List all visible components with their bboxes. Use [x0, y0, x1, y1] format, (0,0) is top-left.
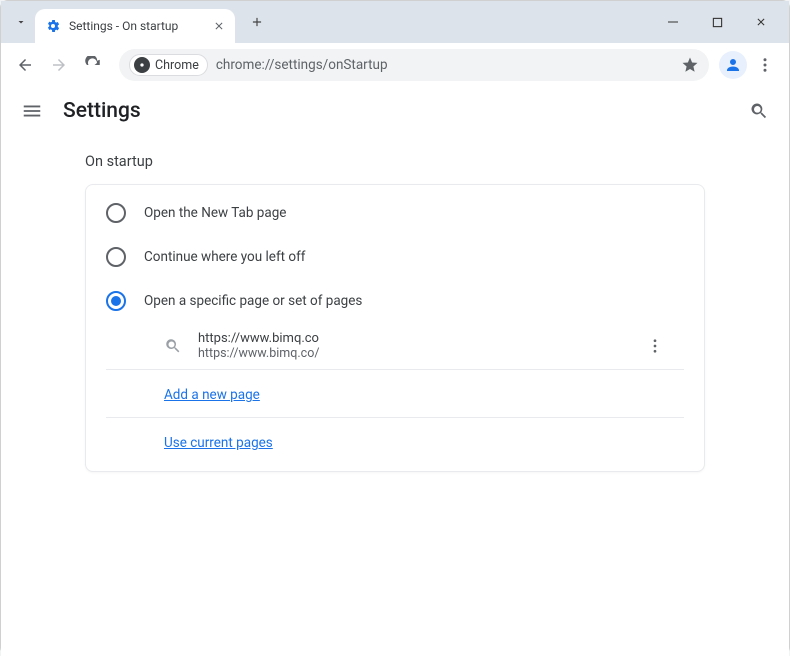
window-controls — [653, 7, 781, 37]
use-current-link[interactable]: Use current pages — [164, 435, 273, 451]
menu-button[interactable] — [21, 100, 43, 122]
use-current-row: Use current pages — [106, 418, 684, 465]
option-continue[interactable]: Continue where you left off — [86, 235, 704, 279]
address-bar[interactable]: Chrome chrome://settings/onStartup — [119, 49, 709, 81]
close-window-button[interactable] — [741, 7, 781, 37]
chrome-chip: Chrome — [129, 54, 208, 76]
new-tab-button[interactable] — [243, 8, 271, 36]
back-button[interactable] — [9, 49, 41, 81]
search-icon — [749, 101, 769, 121]
settings-header: Settings — [1, 87, 789, 135]
chrome-logo-icon — [134, 57, 150, 73]
option-label: Continue where you left off — [144, 249, 306, 265]
page-entry-url: https://www.bimq.co/ — [198, 346, 319, 361]
close-icon — [755, 16, 767, 28]
reload-icon — [84, 56, 102, 74]
option-new-tab[interactable]: Open the New Tab page — [86, 191, 704, 235]
page-entry-menu-button[interactable] — [646, 337, 664, 355]
add-page-row: Add a new page — [106, 370, 684, 418]
browser-tab[interactable]: Settings - On startup — [35, 9, 235, 43]
search-settings-button[interactable] — [749, 101, 769, 121]
option-label: Open the New Tab page — [144, 205, 286, 221]
gear-icon — [45, 18, 61, 34]
chevron-down-icon — [15, 16, 27, 28]
minimize-icon — [667, 16, 679, 28]
hamburger-icon — [21, 100, 43, 122]
kebab-icon — [756, 56, 774, 74]
page-entry-title: https://www.bimq.co — [198, 331, 319, 346]
url-text: chrome://settings/onStartup — [216, 57, 388, 73]
arrow-right-icon — [50, 56, 68, 74]
plus-icon — [250, 15, 264, 29]
radio-checked-icon — [106, 291, 126, 311]
settings-content: Settings On startup Open the New Tab pag… — [1, 87, 789, 656]
tab-title: Settings - On startup — [69, 19, 203, 33]
radio-icon — [106, 247, 126, 267]
chrome-menu-button[interactable] — [749, 49, 781, 81]
star-icon — [681, 56, 699, 74]
kebab-icon — [646, 337, 664, 355]
on-startup-card: Open the New Tab page Continue where you… — [85, 184, 705, 472]
titlebar: Settings - On startup — [1, 1, 789, 43]
option-label: Open a specific page or set of pages — [144, 293, 362, 309]
arrow-left-icon — [16, 56, 34, 74]
profile-avatar[interactable] — [719, 51, 747, 79]
option-specific-pages[interactable]: Open a specific page or set of pages — [86, 279, 704, 323]
chrome-chip-label: Chrome — [155, 58, 199, 73]
close-icon — [213, 20, 225, 32]
toolbar: Chrome chrome://settings/onStartup — [1, 43, 789, 87]
bookmark-button[interactable] — [681, 56, 699, 74]
page-entry-texts: https://www.bimq.co https://www.bimq.co/ — [198, 331, 319, 361]
page-title: Settings — [63, 99, 141, 123]
maximize-icon — [712, 17, 723, 28]
startup-page-entry: https://www.bimq.co https://www.bimq.co/ — [106, 323, 684, 370]
forward-button[interactable] — [43, 49, 75, 81]
add-page-link[interactable]: Add a new page — [164, 387, 260, 403]
user-icon — [724, 56, 742, 74]
section-label: On startup — [85, 153, 789, 170]
tab-search-dropdown[interactable] — [7, 8, 35, 36]
maximize-button[interactable] — [697, 7, 737, 37]
tab-close-button[interactable] — [211, 18, 227, 34]
reload-button[interactable] — [77, 49, 109, 81]
globe-icon — [164, 337, 182, 355]
radio-icon — [106, 203, 126, 223]
minimize-button[interactable] — [653, 7, 693, 37]
